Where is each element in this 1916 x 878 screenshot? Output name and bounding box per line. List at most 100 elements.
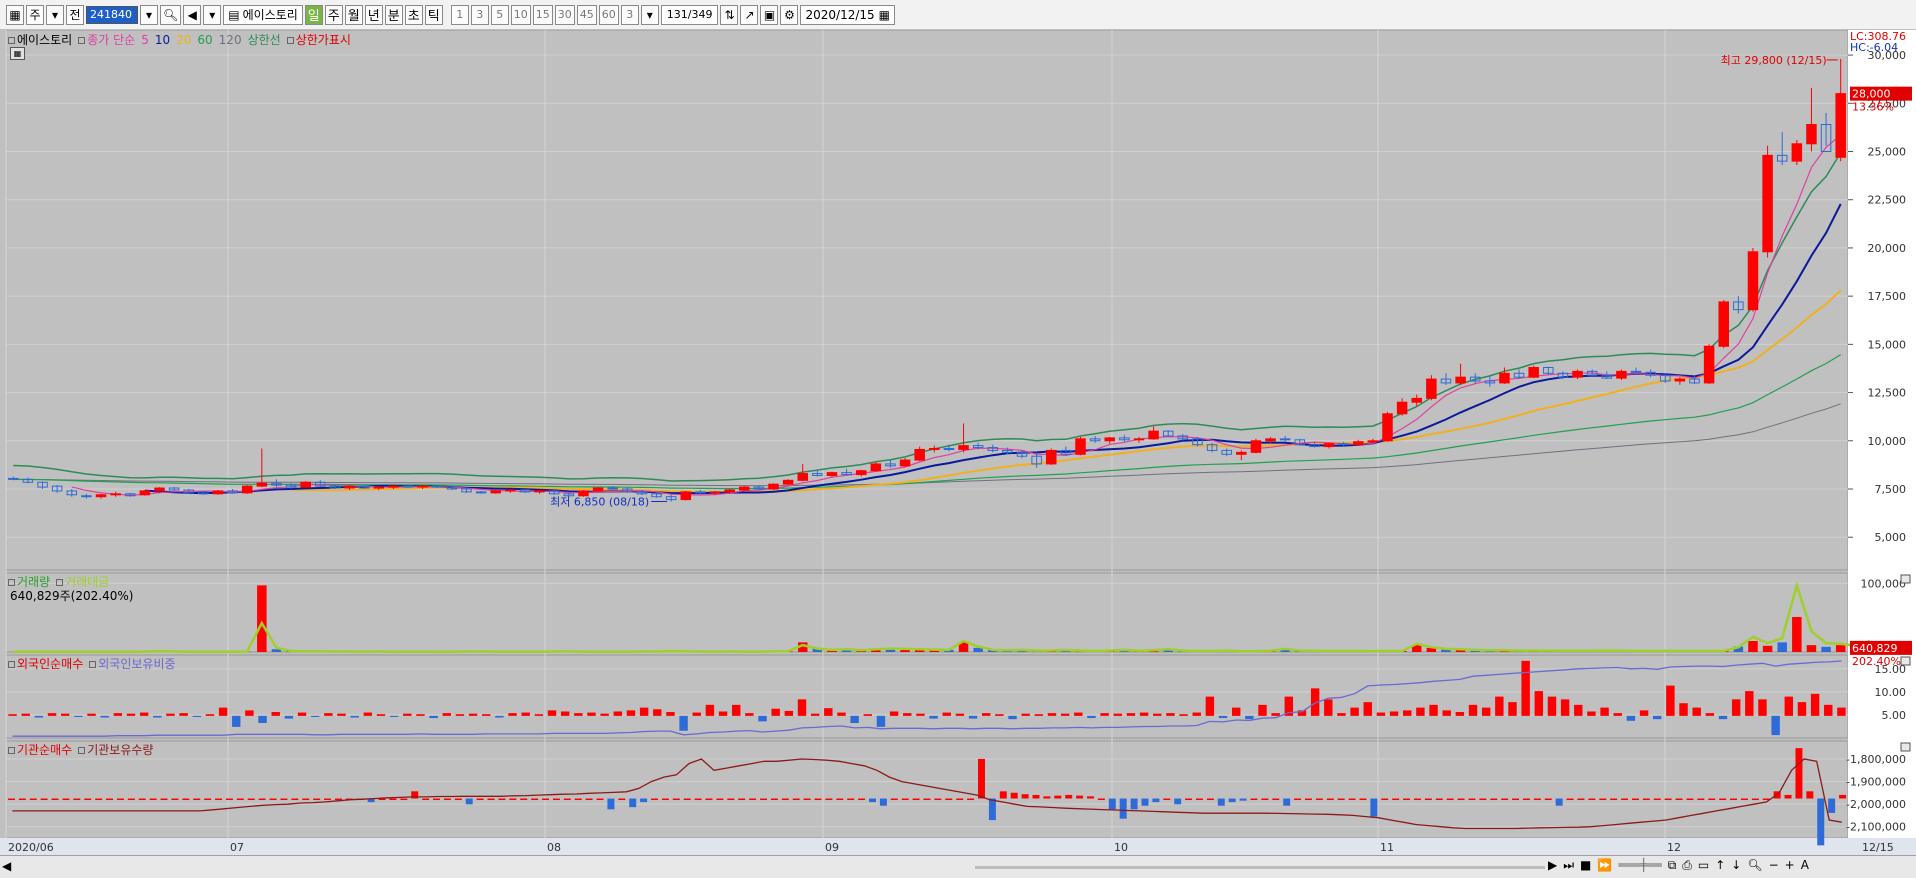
inst-net-bar bbox=[804, 799, 811, 801]
period-button[interactable]: 주 bbox=[325, 5, 343, 25]
price-tick-label: 15,000 bbox=[1868, 338, 1907, 351]
chart-area[interactable]: 30,00027,50025,00022,50020,00017,50015,0… bbox=[0, 30, 1916, 877]
indicator-icon[interactable]: ▦ bbox=[10, 47, 25, 60]
inst-net-bar bbox=[542, 799, 549, 801]
period-button[interactable]: 틱 bbox=[425, 5, 443, 25]
candle-body bbox=[82, 496, 92, 497]
inst-net-bar bbox=[673, 799, 680, 801]
volume-summary: 640,829주(202.40%) bbox=[10, 587, 133, 604]
speaker-dropdown-icon[interactable]: ▾ bbox=[203, 5, 221, 25]
inst-net-bar bbox=[891, 799, 898, 801]
chart-svg[interactable]: 30,00027,50025,00022,50020,00017,50015,0… bbox=[0, 30, 1916, 855]
gear-icon[interactable]: ⚙ bbox=[780, 5, 798, 25]
inst-net-bar bbox=[117, 799, 124, 801]
plus-icon[interactable]: + bbox=[1785, 858, 1795, 873]
interval-button[interactable]: 15 bbox=[533, 5, 553, 25]
next-icon[interactable]: ⏩ bbox=[1597, 858, 1612, 873]
speaker-icon[interactable]: ◀︎ bbox=[183, 5, 201, 25]
zoom-icon[interactable]: 🔍︎ bbox=[1747, 858, 1762, 873]
horizontal-scrollbar[interactable]: ◀ ▶ ⏭ ■ ⏩ ═══╪══ ⧉ ⎙ ▭ ↑ ↓ 🔍︎ − + A bbox=[0, 855, 1916, 878]
arrow-down-icon[interactable]: ↓ bbox=[1731, 858, 1741, 873]
interval-button[interactable]: 10 bbox=[511, 5, 531, 25]
dropdown-chevron-icon[interactable]: ▾ bbox=[46, 5, 64, 25]
inst-net-bar bbox=[727, 799, 734, 801]
layout-icon[interactable]: ▦ bbox=[6, 5, 24, 25]
fast-forward-icon[interactable]: ⏭ bbox=[1563, 858, 1574, 873]
date-input[interactable]: 2020/12/15▦ bbox=[800, 5, 895, 25]
foreign-net-bar bbox=[587, 713, 595, 716]
inst-net-bar bbox=[695, 799, 702, 801]
stop-icon[interactable]: ■ bbox=[1580, 858, 1591, 873]
foreign-net-bar bbox=[995, 714, 1003, 716]
scroll-left-icon[interactable]: ◀ bbox=[2, 859, 11, 873]
price-legend-stock: 에이스토리 bbox=[8, 31, 72, 48]
foreign-net-bar bbox=[1824, 705, 1832, 716]
interval-value[interactable]: 3 bbox=[621, 5, 639, 25]
foreign-net-bar bbox=[1048, 713, 1056, 716]
print-icon[interactable]: ⎙ bbox=[1682, 858, 1692, 873]
compare-button[interactable]: 전 bbox=[66, 5, 84, 25]
interval-button[interactable]: 60 bbox=[599, 5, 619, 25]
candle-body bbox=[944, 449, 954, 450]
inst-net-bar bbox=[422, 799, 429, 801]
period-button[interactable]: 분 bbox=[385, 5, 403, 25]
candle-body bbox=[1251, 441, 1261, 453]
inst-net-bar bbox=[640, 799, 647, 803]
candle-body bbox=[257, 483, 267, 486]
interval-button[interactable]: 3 bbox=[471, 5, 489, 25]
scale-icon[interactable]: ⇅ bbox=[720, 5, 738, 25]
inst-net-bar bbox=[1359, 799, 1366, 801]
interval-button[interactable]: 5 bbox=[491, 5, 509, 25]
code-dropdown-icon[interactable]: ▾ bbox=[140, 5, 158, 25]
period-button[interactable]: 월 bbox=[345, 5, 363, 25]
scroll-thumb[interactable] bbox=[975, 866, 1545, 869]
count-box[interactable]: 131/349 bbox=[661, 5, 719, 25]
inst-net-bar bbox=[1621, 799, 1628, 801]
stock-code-input[interactable]: 241840 bbox=[86, 6, 138, 24]
inst-net-bar bbox=[1523, 799, 1530, 801]
foreign-net-bar bbox=[1035, 714, 1043, 716]
play-icon[interactable]: ▶ bbox=[1548, 858, 1557, 873]
foreign-net-bar bbox=[219, 708, 227, 716]
foreign-net-bar bbox=[1666, 686, 1674, 716]
period-button[interactable]: 초 bbox=[405, 5, 423, 25]
interval-button[interactable]: 1 bbox=[451, 5, 469, 25]
interval-button[interactable]: 30 bbox=[555, 5, 575, 25]
candle-body bbox=[1339, 444, 1349, 445]
copy-icon[interactable]: ⧉ bbox=[1668, 858, 1677, 873]
foreign-net-bar bbox=[8, 714, 16, 716]
period-select[interactable]: 주 bbox=[26, 5, 44, 25]
candle-body bbox=[930, 449, 940, 450]
period-select-value: 주 bbox=[29, 6, 40, 23]
period-button[interactable]: 년 bbox=[365, 5, 383, 25]
foreign-net-bar bbox=[1535, 691, 1543, 716]
inst-net-bar bbox=[1414, 799, 1421, 801]
view-icon[interactable]: ▭ bbox=[1698, 858, 1709, 873]
stock-info-icon: ▤ bbox=[228, 8, 239, 22]
inst-net-bar bbox=[324, 799, 331, 801]
save-icon[interactable]: ▣ bbox=[760, 5, 778, 25]
interval-dropdown-icon[interactable]: ▾ bbox=[641, 5, 659, 25]
foreign-net-bar bbox=[272, 712, 280, 716]
font-icon[interactable]: A bbox=[1801, 858, 1809, 873]
inst-net-bar bbox=[1839, 795, 1846, 799]
trendline-icon[interactable]: ↗ bbox=[740, 5, 758, 25]
scale-slider[interactable]: ═══╪══ bbox=[1618, 858, 1661, 873]
stock-name-box[interactable]: ▤에이스토리 bbox=[223, 5, 303, 25]
search-icon[interactable]: 🔍︎ bbox=[160, 5, 181, 25]
inst-net-bar bbox=[1065, 795, 1072, 799]
inst-net-bar bbox=[1643, 799, 1650, 801]
inst-net-bar bbox=[1785, 795, 1792, 799]
foreign-net-bar bbox=[1390, 711, 1398, 715]
inst-net-bar bbox=[1686, 799, 1693, 801]
inst-net-bar bbox=[30, 799, 37, 801]
period-button[interactable]: 일 bbox=[305, 5, 323, 25]
candle-body bbox=[1412, 398, 1422, 402]
calendar-icon[interactable]: ▦ bbox=[879, 8, 890, 22]
foreign-net-bar bbox=[429, 716, 437, 718]
minus-icon[interactable]: − bbox=[1769, 858, 1779, 873]
price-tick-label: 17,500 bbox=[1868, 290, 1907, 303]
arrow-up-icon[interactable]: ↑ bbox=[1715, 858, 1725, 873]
foreign-net-bar bbox=[1416, 708, 1424, 716]
interval-button[interactable]: 45 bbox=[577, 5, 597, 25]
